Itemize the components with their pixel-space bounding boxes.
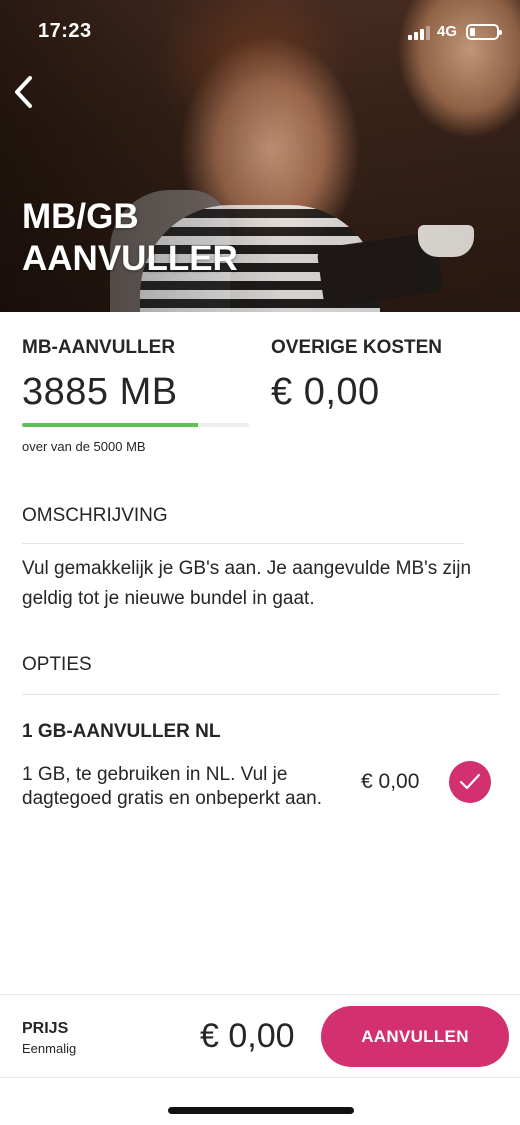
status-bar: 17:23 4G: [0, 0, 520, 60]
option-title: 1 GB-AANVULLER NL: [22, 721, 221, 742]
network-type: 4G: [437, 23, 458, 40]
price-frequency: Eenmalig: [22, 1041, 77, 1056]
omschrijving-heading: OMSCHRIJVING: [22, 505, 168, 526]
page-title: MB/GB AANVULLER: [22, 197, 238, 278]
opties-heading: OPTIES: [22, 654, 92, 675]
mb-aanvuller-label: MB-AANVULLER: [22, 337, 176, 358]
back-button[interactable]: [8, 72, 42, 112]
price-label: PRIJS: [22, 1020, 69, 1037]
overige-kosten-label: OVERIGE KOSTEN: [271, 337, 443, 358]
description-text: Vul gemakkelijk je GB's aan. Je aangevul…: [22, 558, 472, 609]
chevron-left-icon: [15, 76, 32, 108]
divider: [22, 543, 464, 544]
mb-total-note: over van de 5000 MB: [22, 439, 146, 454]
price-footer: PRIJS Eenmalig € 0,00 AANVULLEN: [0, 994, 520, 1078]
divider: [22, 694, 500, 695]
mb-progress-bar: [22, 423, 249, 427]
option-description: 1 GB, te gebruiken in NL. Vul je dagtego…: [22, 764, 323, 809]
aanvullen-button[interactable]: AANVULLEN: [321, 1006, 509, 1067]
signal-bars-icon: [408, 26, 430, 40]
price-total: € 0,00: [200, 1017, 295, 1055]
option-select-toggle[interactable]: [449, 761, 491, 803]
mb-progress-fill: [22, 423, 199, 427]
option-price: € 0,00: [361, 770, 420, 793]
overige-kosten-value: € 0,00: [271, 371, 380, 413]
home-indicator[interactable]: [168, 1107, 354, 1114]
mb-remaining-value: 3885 MB: [22, 371, 178, 413]
battery-icon: [466, 24, 502, 40]
status-time: 17:23: [38, 20, 92, 42]
checkmark-icon: [459, 773, 481, 790]
